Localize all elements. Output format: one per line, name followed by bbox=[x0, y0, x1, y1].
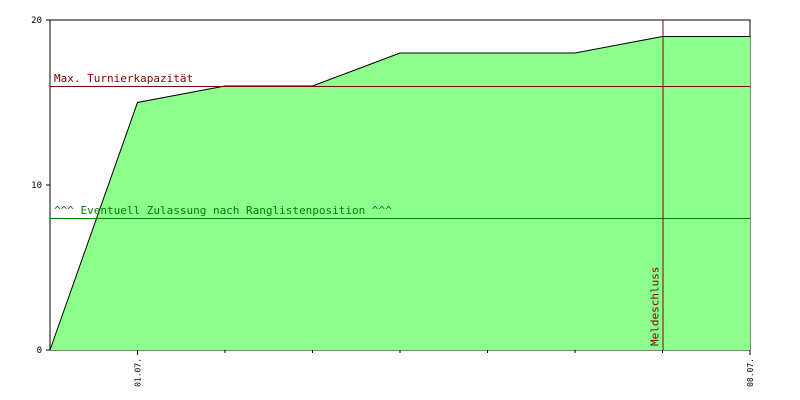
y-tick-label: 20 bbox=[31, 16, 42, 26]
ranking-label: ^^^ Eventuell Zulassung nach Ranglistenp… bbox=[54, 204, 392, 217]
x-tick-label: 01.07. bbox=[134, 358, 143, 387]
registration-chart: Max. Turnierkapazität ^^^ Eventuell Zulas… bbox=[31, 16, 755, 387]
deadline-label: Meldeschluss bbox=[649, 267, 662, 346]
y-tick-label: 10 bbox=[31, 181, 42, 191]
capacity-label: Max. Turnierkapazität bbox=[54, 72, 193, 85]
y-tick-label: 0 bbox=[37, 346, 42, 356]
plot-area bbox=[49, 19, 751, 351]
x-tick-label: 08.07. bbox=[746, 358, 755, 387]
